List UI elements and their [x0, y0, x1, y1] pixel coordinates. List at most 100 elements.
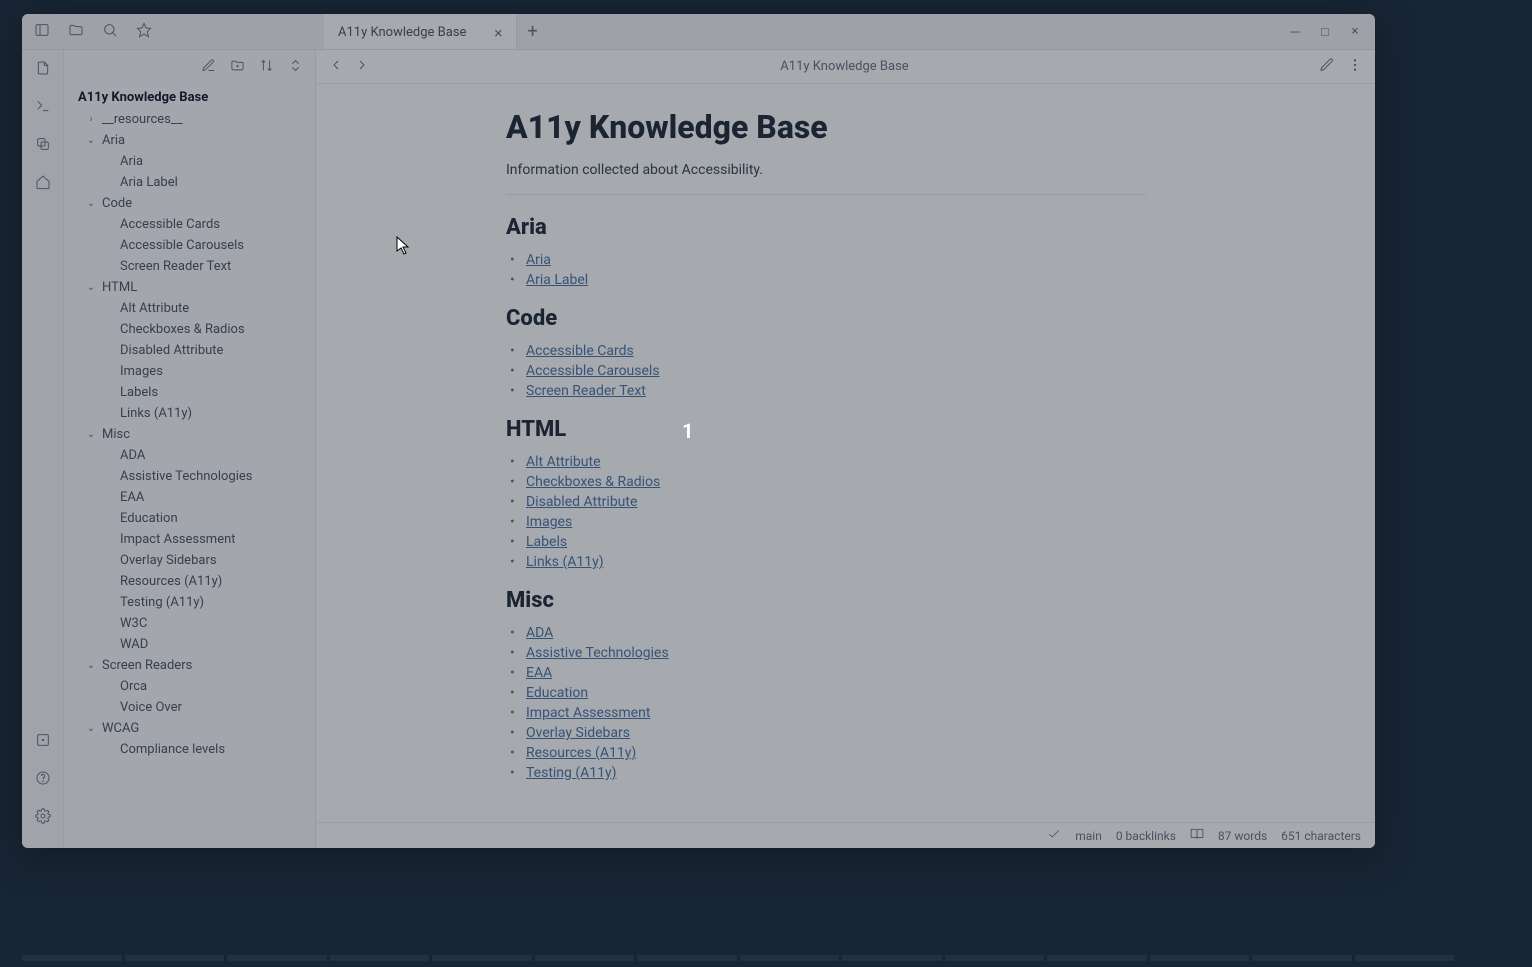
doc-link[interactable]: Images [526, 514, 572, 530]
help-icon[interactable] [35, 770, 51, 790]
tree-file[interactable]: Voice Over [64, 697, 315, 718]
list-item: Aria [526, 250, 1375, 270]
doc-link[interactable]: Impact Assessment [526, 705, 650, 721]
tree-file[interactable]: EAA [64, 487, 315, 508]
doc-link[interactable]: Labels [526, 534, 567, 550]
doc-link[interactable]: Resources (A11y) [526, 745, 636, 761]
new-note-icon[interactable] [201, 58, 216, 77]
chevron-right-icon[interactable]: › [84, 114, 98, 125]
new-folder-icon[interactable] [230, 58, 245, 77]
tree-folder[interactable]: ›__resources__ [64, 109, 315, 130]
tree-file[interactable]: Checkboxes & Radios [64, 319, 315, 340]
box-icon[interactable] [35, 732, 51, 752]
chevron-down-icon[interactable]: ⌄ [84, 723, 98, 734]
settings-icon[interactable] [35, 808, 51, 828]
nav-forward-icon[interactable] [354, 57, 370, 77]
copy-icon[interactable] [35, 136, 51, 156]
list-item: Assistive Technologies [526, 643, 1375, 663]
sort-icon[interactable] [259, 58, 274, 77]
tree-item-label: Overlay Sidebars [120, 553, 217, 568]
tree-item-label: WCAG [102, 721, 139, 736]
doc-link[interactable]: Education [526, 685, 588, 701]
tree-folder[interactable]: ⌄ Aria [64, 130, 315, 151]
search-icon[interactable] [102, 22, 118, 42]
tree-file[interactable]: Alt Attribute [64, 298, 315, 319]
tree-folder[interactable]: ⌄ WCAG [64, 718, 315, 739]
tree-file[interactable]: W3C [64, 613, 315, 634]
tree-file[interactable]: Images [64, 361, 315, 382]
tree-folder[interactable]: ⌄Misc [64, 424, 315, 445]
tree-item-label: Aria [120, 154, 143, 169]
edit-icon[interactable] [1319, 57, 1335, 77]
tree-file[interactable]: Orca [64, 676, 315, 697]
doc-link[interactable]: Accessible Cards [526, 343, 634, 359]
tree-file[interactable]: Accessible Carousels [64, 235, 315, 256]
doc-link[interactable]: Accessible Carousels [526, 363, 660, 379]
chevron-down-icon[interactable]: ⌄ [84, 135, 98, 146]
folder-icon[interactable] [68, 22, 84, 42]
tree-item-label: Accessible Carousels [120, 238, 244, 253]
close-button[interactable]: × [1347, 24, 1363, 40]
tree-item-label: Aria [102, 133, 125, 148]
tree-folder[interactable]: ⌄Code [64, 193, 315, 214]
doc-link[interactable]: Assistive Technologies [526, 645, 669, 661]
tab-close-icon[interactable]: × [494, 24, 502, 42]
status-backlinks[interactable]: 0 backlinks [1116, 829, 1176, 843]
doc-link[interactable]: Aria [526, 252, 551, 268]
document-tab[interactable]: A11y Knowledge Base × [324, 14, 517, 49]
chevron-down-icon[interactable]: ⌄ [84, 660, 98, 671]
tree-file[interactable]: Aria [64, 151, 315, 172]
doc-link[interactable]: EAA [526, 665, 552, 681]
collapse-icon[interactable] [288, 58, 303, 77]
chevron-down-icon[interactable]: ⌄ [84, 429, 98, 440]
sidebar-toggle-icon[interactable] [34, 22, 50, 42]
tree-item-label: Resources (A11y) [120, 574, 222, 589]
tree-file[interactable]: Impact Assessment [64, 529, 315, 550]
terminal-icon[interactable] [35, 98, 51, 118]
tree-item-label: ADA [120, 448, 145, 463]
doc-link[interactable]: ADA [526, 625, 553, 641]
doc-link[interactable]: Checkboxes & Radios [526, 474, 660, 490]
tree-file[interactable]: Compliance levels [64, 739, 315, 760]
section-heading: Misc [506, 588, 1375, 613]
tree-file[interactable]: Screen Reader Text [64, 256, 315, 277]
doc-link[interactable]: Links (A11y) [526, 554, 604, 570]
more-icon[interactable] [1347, 57, 1363, 77]
star-icon[interactable] [136, 22, 152, 42]
tree-file[interactable]: Overlay Sidebars [64, 550, 315, 571]
tree-file[interactable]: Labels [64, 382, 315, 403]
tree-file[interactable]: WAD [64, 634, 315, 655]
doc-link[interactable]: Screen Reader Text [526, 383, 646, 399]
tree-item-label: HTML [102, 280, 137, 295]
list-item: Aria Label [526, 270, 1375, 290]
file-link-icon[interactable] [35, 60, 51, 80]
status-branch[interactable]: main [1075, 829, 1102, 843]
doc-link[interactable]: Alt Attribute [526, 454, 601, 470]
maximize-button[interactable]: □ [1317, 24, 1333, 40]
chevron-down-icon[interactable]: ⌄ [84, 282, 98, 293]
tree-folder[interactable]: ⌄ HTML [64, 277, 315, 298]
doc-link[interactable]: Overlay Sidebars [526, 725, 630, 741]
doc-link[interactable]: Testing (A11y) [526, 765, 617, 781]
tree-file[interactable]: Aria Label [64, 172, 315, 193]
home-icon[interactable] [35, 174, 51, 194]
tree-file[interactable]: Accessible Cards [64, 214, 315, 235]
tree-file[interactable]: ADA [64, 445, 315, 466]
doc-link[interactable]: Aria Label [526, 272, 588, 288]
tree-root[interactable]: A11y Knowledge Base [64, 86, 315, 109]
tree-folder[interactable]: ⌄Screen Readers [64, 655, 315, 676]
tree-file[interactable]: Assistive Technologies [64, 466, 315, 487]
tree-item-label: Labels [120, 385, 158, 400]
list-item: Impact Assessment [526, 703, 1375, 723]
tree-file[interactable]: Disabled Attribute [64, 340, 315, 361]
nav-back-icon[interactable] [328, 57, 344, 77]
minimize-button[interactable]: ─ [1287, 24, 1303, 40]
tree-file[interactable]: Testing (A11y) [64, 592, 315, 613]
new-tab-button[interactable]: + [517, 21, 547, 42]
doc-link[interactable]: Disabled Attribute [526, 494, 637, 510]
tree-file[interactable]: Links (A11y) [64, 403, 315, 424]
tree-file[interactable]: Education [64, 508, 315, 529]
chevron-down-icon[interactable]: ⌄ [84, 198, 98, 209]
tree-file[interactable]: Resources (A11y) [64, 571, 315, 592]
tree-item-label: Voice Over [120, 700, 182, 715]
